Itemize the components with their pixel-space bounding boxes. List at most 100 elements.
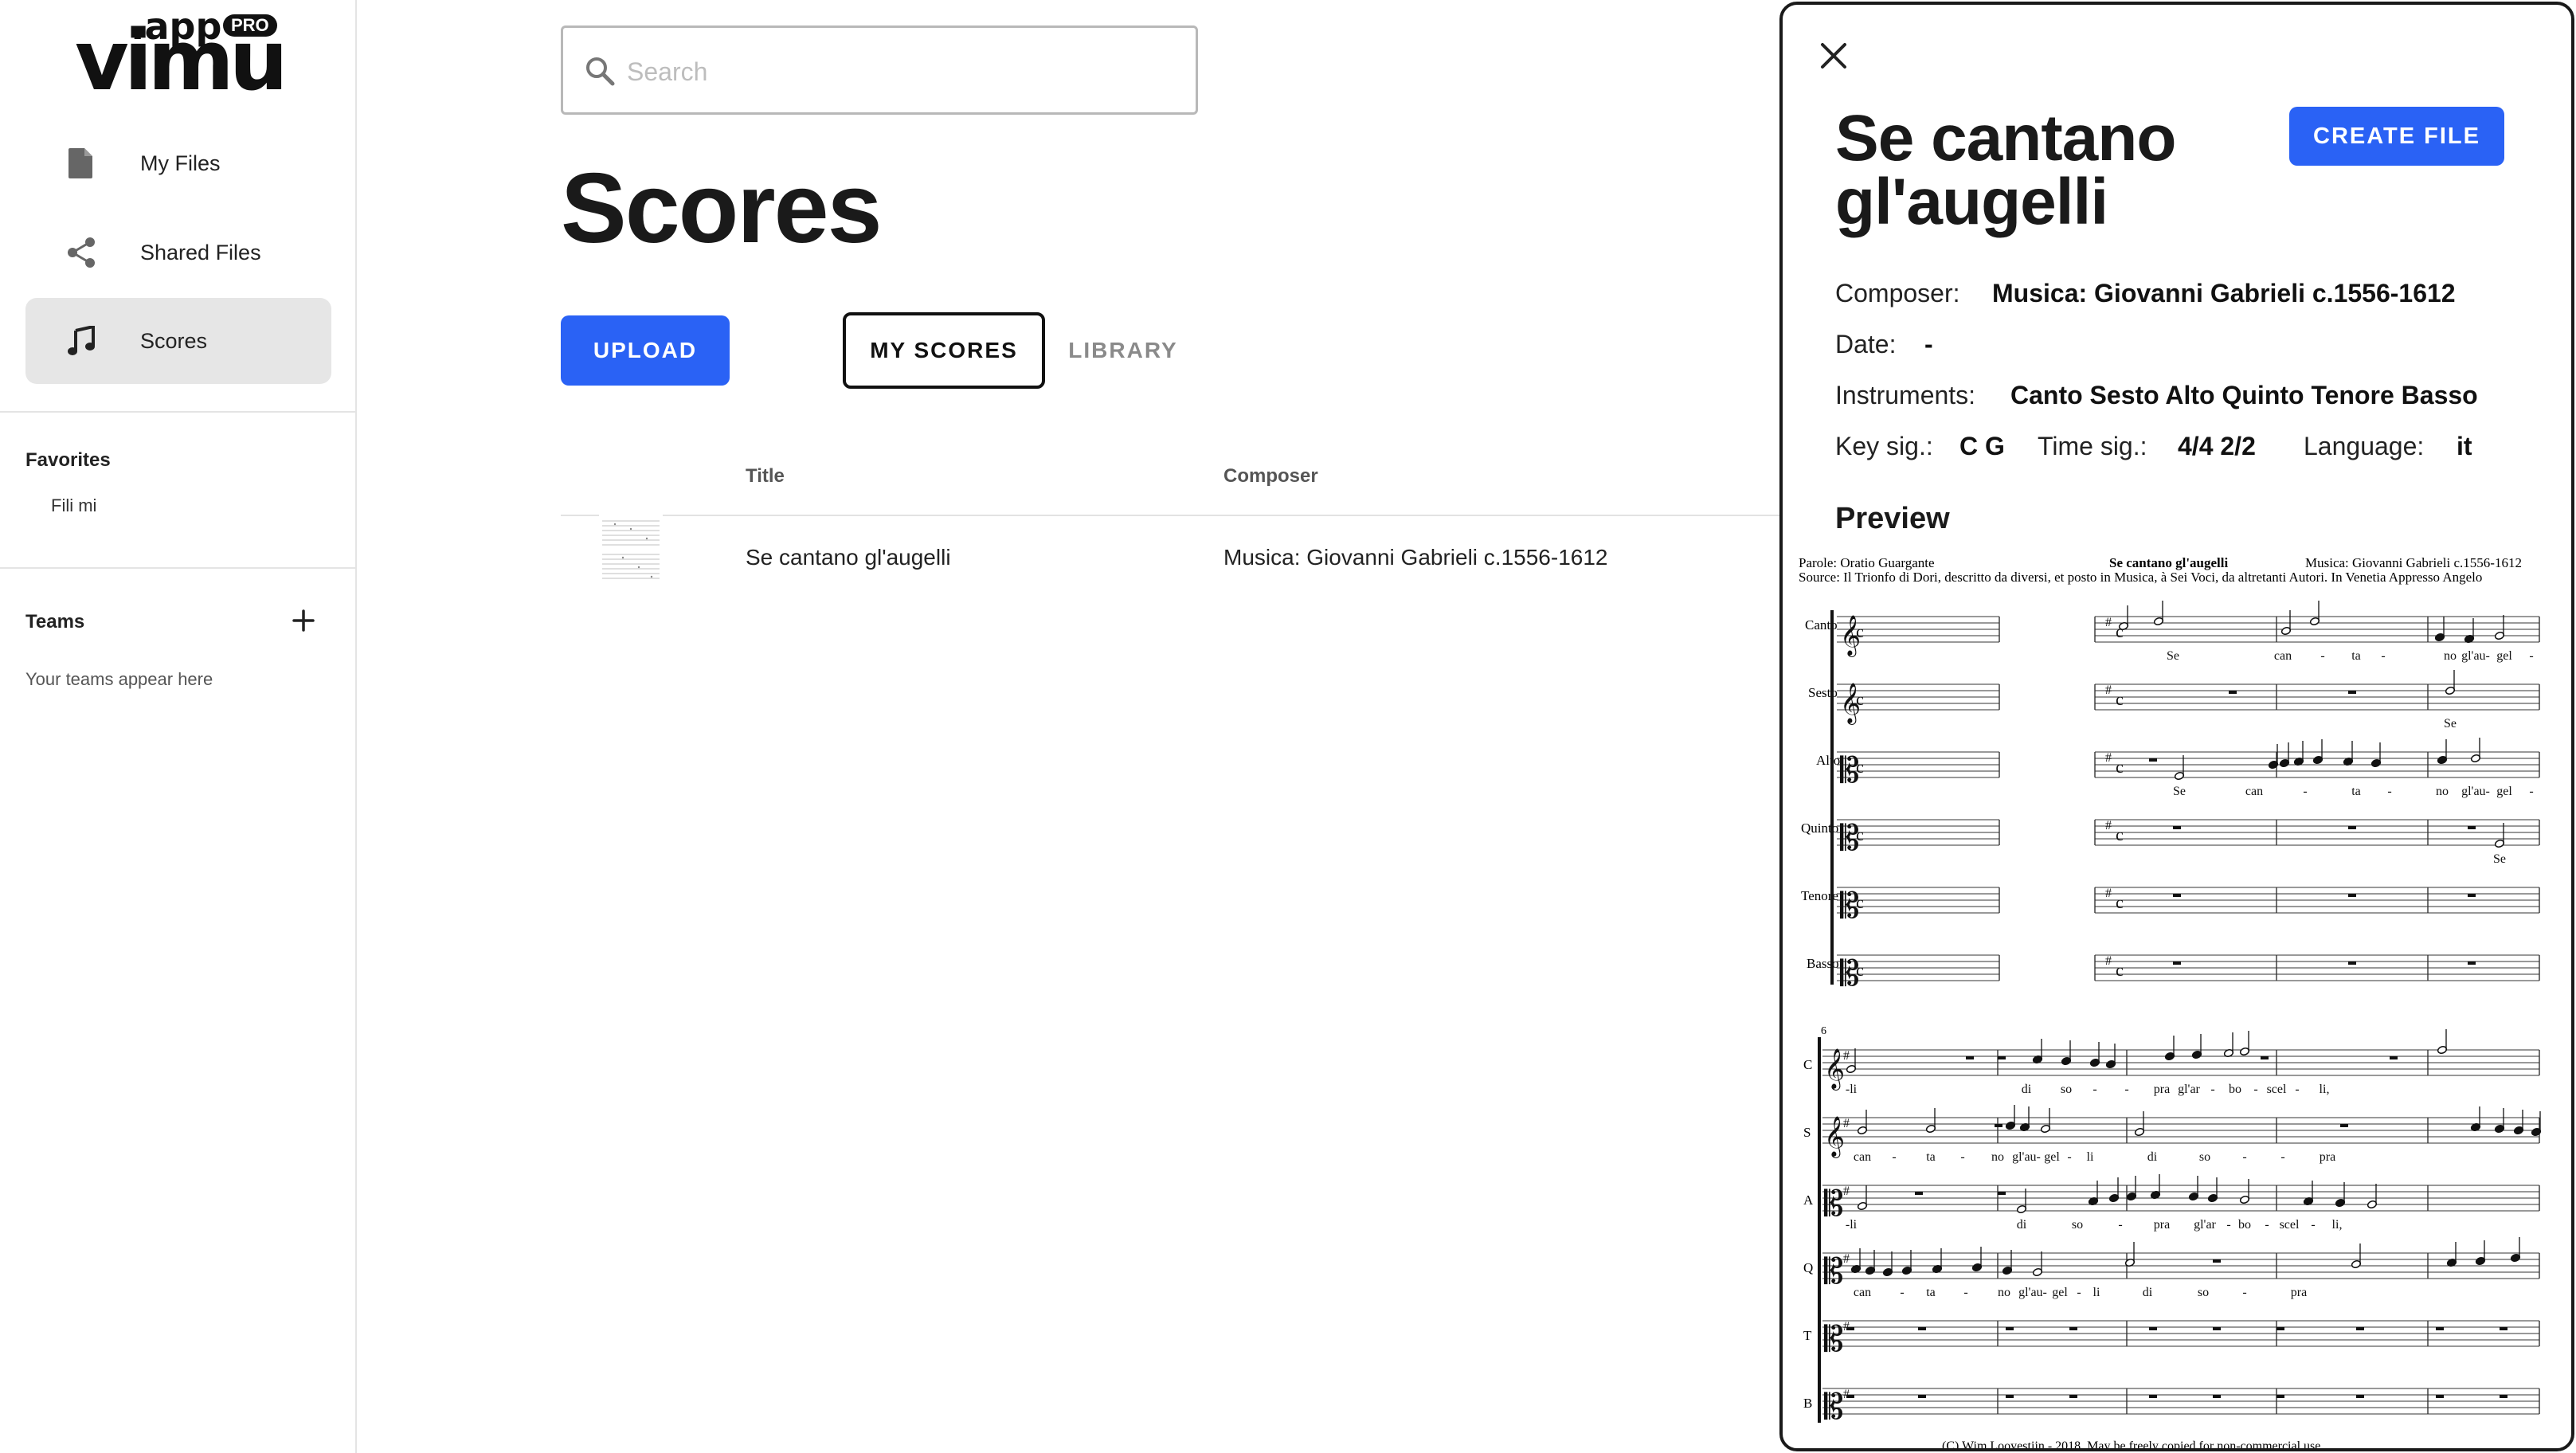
lyric-syllable: -: [2118, 1218, 2122, 1232]
create-file-button[interactable]: CREATE FILE: [2289, 107, 2504, 166]
lyric-syllable: -li: [1846, 1083, 1858, 1096]
time-signature: c: [1856, 892, 1864, 912]
lyric-syllable: ta: [2351, 649, 2361, 663]
column-header-composer[interactable]: Composer: [1223, 465, 1318, 488]
score-footer: (C) Wim Looyestijn - 2018. May be freely…: [1942, 1439, 2323, 1451]
alto-clef: 𝄡: [1824, 1388, 1844, 1427]
time-signature: c: [1856, 757, 1864, 777]
rest: [2213, 1327, 2221, 1330]
lyric-syllable: -: [2226, 1218, 2230, 1232]
lyric-syllable: pra: [2154, 1083, 2170, 1096]
rest: [2261, 1056, 2269, 1059]
sidebar-item-label: Shared Files: [140, 240, 261, 264]
lyric-syllable: gl'au-: [2461, 785, 2490, 798]
lyric-syllable: bo: [2229, 1083, 2241, 1096]
sidebar-item-scores[interactable]: Scores: [25, 298, 331, 384]
composer-value: Musica: Giovanni Gabrieli c.1556-1612: [1992, 279, 2456, 307]
time-signature: c: [1856, 960, 1864, 980]
rest: [2213, 1259, 2221, 1263]
lyric-syllable: ta: [1926, 1286, 1936, 1299]
score-detail-panel: Se cantano gl'augelli CREATE FILE Compos…: [1779, 2, 2574, 1451]
lyric-syllable: -: [2320, 649, 2324, 663]
lyric-syllable: li,: [2332, 1218, 2343, 1232]
sidebar-item-my-files[interactable]: My Files: [25, 120, 331, 206]
rest: [2356, 1395, 2364, 1398]
lyric-syllable: -: [2210, 1083, 2214, 1096]
close-icon[interactable]: [1819, 41, 1848, 70]
lyric-syllable: -li: [1846, 1218, 1858, 1232]
measure-number: 6: [1821, 1025, 1826, 1037]
key-signature-value: C G: [1959, 432, 2005, 460]
lyric-syllable: no: [1991, 1150, 2004, 1164]
rest: [2348, 961, 2356, 965]
add-team-icon[interactable]: [290, 607, 317, 634]
rest: [2277, 1395, 2284, 1398]
lyric-syllable: di: [2022, 1083, 2032, 1096]
time-signature: c: [1856, 689, 1864, 709]
lyric-syllable: di: [2017, 1218, 2027, 1232]
sharp-symbol: #: [2105, 954, 2112, 968]
rest: [2173, 826, 2181, 829]
lyric-syllable: -: [2280, 1150, 2284, 1164]
lyric-syllable: -: [2387, 785, 2391, 798]
rest: [1846, 1395, 1854, 1398]
search-box[interactable]: [561, 25, 1198, 115]
sharp-symbol: #: [1843, 1388, 1850, 1401]
row-title[interactable]: Se cantano gl'augelli: [746, 545, 951, 570]
vimu-logo[interactable]: .app vimu PRO: [75, 8, 290, 104]
time-signature-value: 4/4 2/2: [2178, 432, 2256, 460]
sharp-symbol: #: [1843, 1117, 1850, 1130]
treble-clef: 𝄞: [1824, 1049, 1845, 1091]
sidebar-item-shared-files[interactable]: Shared Files: [25, 210, 331, 296]
lyric-syllable: -: [2529, 649, 2533, 663]
lyric-syllable: gl'ar: [2194, 1218, 2216, 1232]
rest: [2500, 1395, 2507, 1398]
lyric-syllable: so: [2198, 1286, 2209, 1299]
column-header-title[interactable]: Title: [746, 465, 785, 488]
score-header-right: Musica: Giovanni Gabrieli c.1556-1612: [2305, 555, 2522, 570]
rest: [2468, 826, 2476, 829]
lyric-syllable: pra: [2320, 1150, 2335, 1164]
lyric-syllable: no: [1998, 1286, 2010, 1299]
rest: [2340, 1124, 2348, 1127]
rest: [1918, 1327, 1926, 1330]
lyric-syllable: li: [2087, 1150, 2094, 1164]
tab-my-scores[interactable]: MY SCORES: [843, 312, 1045, 389]
sharp-symbol: #: [2105, 683, 2112, 697]
search-input[interactable]: [627, 44, 1176, 100]
upload-button[interactable]: UPLOAD: [561, 315, 730, 386]
rest: [2173, 961, 2181, 965]
lyric-syllable: Se: [2167, 649, 2179, 663]
sharp-symbol: #: [2105, 616, 2112, 629]
time-signature: c: [2116, 689, 2124, 709]
rest: [2348, 691, 2356, 694]
rest: [2069, 1327, 2077, 1330]
lyric-syllable: -: [1963, 1286, 1967, 1299]
rest: [2149, 1395, 2157, 1398]
rest: [2468, 961, 2476, 965]
lyric-syllable: scel: [2267, 1083, 2287, 1096]
rest: [1915, 1192, 1923, 1195]
rest: [2436, 1327, 2444, 1330]
alto-clef: 𝄡: [1824, 1252, 1844, 1291]
lyric-syllable: ta: [1926, 1150, 1936, 1164]
sharp-symbol: #: [2105, 819, 2112, 832]
key-signature-label: Key sig.:: [1835, 432, 1933, 460]
part-label-short: T: [1803, 1328, 1812, 1343]
tab-library[interactable]: LIBRARY: [1059, 312, 1187, 389]
score-title: Se cantano gl'augelli: [1835, 102, 2176, 238]
lyric-syllable: so: [2199, 1150, 2210, 1164]
score-preview: Parole: Oratio Guargante Se can ta no gl'a…: [1799, 555, 2542, 1451]
score-header-left: Parole: Oratio Guargante: [1799, 555, 1935, 570]
share-icon: [64, 235, 99, 270]
lyric-syllable: gel: [2496, 785, 2512, 798]
lyric-syllable: li,: [2320, 1083, 2330, 1096]
lyric-syllable: -: [1960, 1150, 1964, 1164]
sharp-symbol: #: [1843, 1049, 1850, 1063]
lyric-syllable: can: [2274, 649, 2292, 663]
sharp-symbol: #: [1843, 1320, 1850, 1334]
favorite-item[interactable]: Fili mi: [51, 495, 96, 516]
lyric-syllable: scel: [2280, 1218, 2300, 1232]
time-signature: c: [2116, 824, 2124, 844]
lyric-syllable: gl'au-: [2461, 649, 2490, 663]
